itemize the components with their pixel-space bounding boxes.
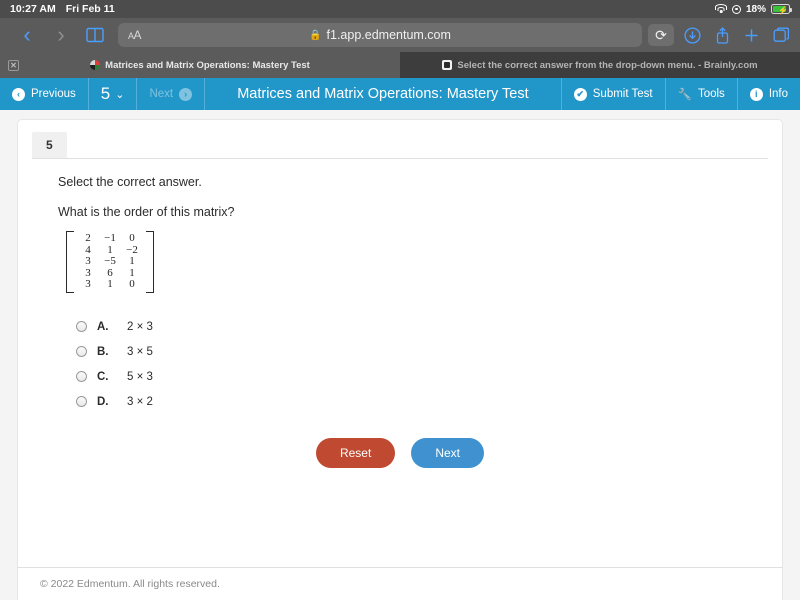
matrix-cell-3-1: 3 <box>85 255 91 267</box>
question-tab-row: 5 <box>32 120 768 159</box>
current-question-number: 5 <box>100 84 111 103</box>
check-circle-icon: ✔ <box>573 87 587 101</box>
copyright-text: © 2022 Edmentum. All rights reserved. <box>40 578 220 590</box>
option-letter: A. <box>97 320 109 333</box>
close-icon[interactable]: ✕ <box>8 59 19 71</box>
option-letter: D. <box>97 395 109 408</box>
tabs-icon[interactable] <box>773 27 790 43</box>
instruction-text: Select the correct answer. <box>58 175 202 189</box>
plus-icon[interactable] <box>744 28 759 43</box>
submit-label: Submit Test <box>592 88 653 100</box>
tab-strip: ✕ Matrices and Matrix Operations: Master… <box>0 52 800 78</box>
previous-label: Previous <box>31 88 76 100</box>
forward-icon[interactable]: › <box>44 24 78 46</box>
chevron-down-icon: ⌄ <box>115 88 125 101</box>
matrix-cell-5-1: 3 <box>85 278 91 290</box>
matrix-cell-3-2: −5 <box>104 255 116 267</box>
reload-icon[interactable]: ⟳ <box>648 24 674 46</box>
answer-option-c[interactable]: C. 5 × 3 <box>76 371 742 383</box>
matrix-cell-1-2: −1 <box>104 232 116 244</box>
option-text: 3 × 5 <box>127 345 153 358</box>
back-icon[interactable]: ‹ <box>10 24 44 46</box>
matrix-cell-5-2: 1 <box>107 278 113 290</box>
page-body: 5 Select the correct answer. What is the… <box>0 110 800 600</box>
matrix-left-bracket <box>66 231 74 293</box>
question-number-tab[interactable]: 5 <box>32 132 67 158</box>
ios-status-bar: 10:27 AM Fri Feb 11 18% ⚡ <box>0 0 800 18</box>
address-bar[interactable]: AA 🔒 f1.app.edmentum.com <box>118 23 642 47</box>
matrix-display: 2 −1 0 4 1 −2 3 −5 1 3 6 1 3 1 0 <box>66 231 154 293</box>
option-letter: B. <box>97 345 109 358</box>
browser-toolbar: ‹ › AA 🔒 f1.app.edmentum.com ⟳ <box>0 18 800 52</box>
radio-button[interactable] <box>76 346 87 357</box>
option-text: 3 × 2 <box>127 395 153 408</box>
circle-left-arrow-icon: ‹ <box>12 87 25 101</box>
page-title: Matrices and Matrix Operations: Mastery … <box>237 86 529 102</box>
share-icon[interactable] <box>715 26 730 44</box>
battery-charging-icon: ⚡ <box>771 4 792 15</box>
status-date: Fri Feb 11 <box>65 3 115 15</box>
matrix-cell-1-1: 2 <box>85 232 91 244</box>
tablet-screen: 10:27 AM Fri Feb 11 18% ⚡ ‹ › AA 🔒 f1.ap… <box>0 0 800 600</box>
previous-button[interactable]: ‹ Previous <box>0 78 89 110</box>
matrix-values: 2 −1 0 4 1 −2 3 −5 1 3 6 1 3 1 0 <box>74 231 146 293</box>
browser-tab-inactive[interactable]: Select the correct answer from the drop-… <box>400 52 800 78</box>
option-text: 2 × 3 <box>127 320 153 333</box>
brainly-favicon <box>442 60 453 70</box>
footer: © 2022 Edmentum. All rights reserved. <box>18 567 782 600</box>
answer-option-b[interactable]: B. 3 × 5 <box>76 346 742 358</box>
question-selector[interactable]: 5 ⌄ <box>89 78 138 110</box>
location-icon <box>731 4 741 14</box>
next-question-button[interactable]: Next <box>411 437 485 468</box>
action-buttons: Reset Next <box>58 437 742 468</box>
tab-title: Matrices and Matrix Operations: Mastery … <box>105 59 310 71</box>
matrix-right-bracket <box>146 231 154 293</box>
radio-button[interactable] <box>76 321 87 332</box>
next-button[interactable]: Next › <box>137 78 206 110</box>
lock-icon: 🔒 <box>309 29 322 41</box>
url-text: f1.app.edmentum.com <box>326 28 451 42</box>
answer-options: A. 2 × 3 B. 3 × 5 C. 5 × 3 D. 3 × 2 <box>76 321 742 408</box>
matrix-cell-3-3: 1 <box>129 255 135 267</box>
submit-test-button[interactable]: ✔ Submit Test <box>560 78 665 110</box>
option-text: 5 × 3 <box>127 370 153 383</box>
reset-button[interactable]: Reset <box>315 437 396 468</box>
status-time: 10:27 AM <box>10 3 56 15</box>
question-card: 5 Select the correct answer. What is the… <box>18 120 782 600</box>
wifi-icon <box>714 4 727 14</box>
browser-tab-active[interactable]: ✕ Matrices and Matrix Operations: Master… <box>0 52 400 78</box>
info-button[interactable]: i Info <box>736 78 800 110</box>
tools-label: Tools <box>697 88 725 100</box>
edmentum-favicon <box>90 60 101 70</box>
info-circle-icon: i <box>749 87 763 101</box>
question-prompt: What is the order of this matrix? <box>58 205 235 219</box>
wrench-icon: 🔧 <box>677 89 692 101</box>
answer-option-a[interactable]: A. 2 × 3 <box>76 321 742 333</box>
bookmarks-icon[interactable] <box>78 27 112 43</box>
matrix-cell-5-3: 0 <box>129 278 135 290</box>
assessment-header: ‹ Previous 5 ⌄ Next › Matrices and Matri… <box>0 78 800 110</box>
circle-right-arrow-icon: › <box>179 87 193 101</box>
download-icon[interactable] <box>684 26 701 44</box>
tab-title: Select the correct answer from the drop-… <box>457 59 758 71</box>
matrix-cell-1-3: 0 <box>129 232 135 244</box>
tools-button[interactable]: 🔧 Tools <box>664 78 737 110</box>
info-label: Info <box>768 88 788 100</box>
radio-button[interactable] <box>76 371 87 382</box>
answer-option-d[interactable]: D. 3 × 2 <box>76 396 742 408</box>
battery-percent: 18% <box>745 3 766 15</box>
radio-button[interactable] <box>76 396 87 407</box>
option-letter: C. <box>97 370 109 383</box>
question-content: Select the correct answer. What is the o… <box>18 159 782 484</box>
next-label: Next <box>149 88 174 100</box>
url-display: 🔒 f1.app.edmentum.com <box>118 28 642 42</box>
